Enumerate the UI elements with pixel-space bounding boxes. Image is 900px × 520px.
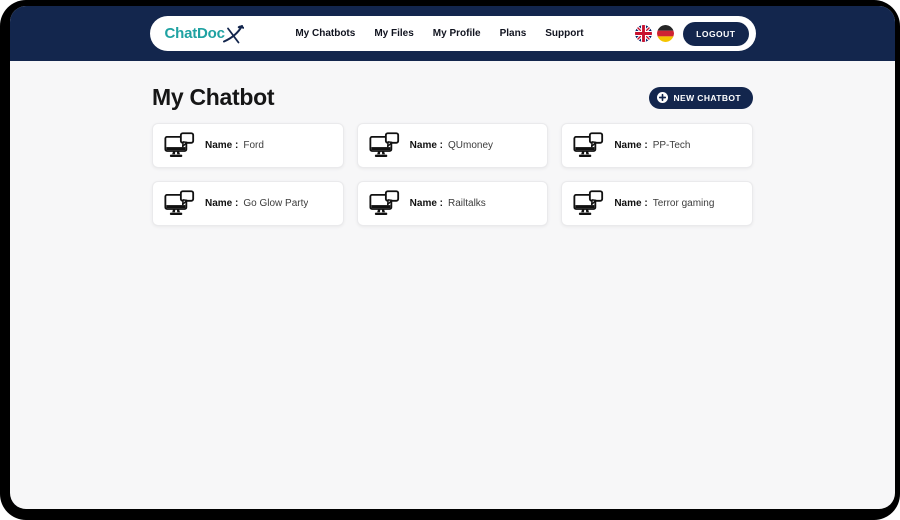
nav-links: My Chatbots My Files My Profile Plans Suppor… — [244, 28, 635, 39]
nav-item[interactable]: My Chatbots — [295, 28, 355, 39]
uk-flag-icon — [635, 25, 652, 42]
nav-right-group: LOGOUT — [635, 22, 748, 46]
monitor-chat-icon — [573, 190, 604, 218]
nav-item[interactable]: My Profile — [433, 28, 481, 39]
uk-flag-button[interactable] — [635, 25, 652, 42]
name-value: Railtalks — [448, 198, 486, 209]
chatbot-card[interactable]: Name : Go Glow Party — [152, 181, 344, 226]
top-navbar: ChatDoc My Chatbots My Files My Profile Pla… — [10, 6, 895, 61]
app-screen: ChatDoc My Chatbots My Files My Profile Pla… — [10, 6, 895, 509]
card-text: Name : PP-Tech — [614, 140, 690, 151]
logo-swoosh-icon — [222, 25, 244, 44]
chatbot-card[interactable]: Name : PP-Tech — [561, 123, 753, 168]
chatbot-card[interactable]: Name : Ford — [152, 123, 344, 168]
card-text: Name : Go Glow Party — [205, 198, 308, 209]
name-value: Ford — [243, 140, 264, 151]
name-label: Name : — [614, 198, 647, 209]
logo[interactable]: ChatDoc — [165, 23, 244, 44]
logo-text: ChatDoc — [165, 25, 225, 42]
card-text: Name : Ford — [205, 140, 264, 151]
name-label: Name : — [410, 198, 443, 209]
card-text: Name : Railtalks — [410, 198, 486, 209]
page-title: My Chatbot — [152, 84, 274, 111]
nav-item[interactable]: Support — [545, 28, 583, 39]
card-text: Name : QUmoney — [410, 140, 493, 151]
name-value: Go Glow Party — [243, 198, 308, 209]
chatbot-card[interactable]: Name : Railtalks — [357, 181, 549, 226]
name-label: Name : — [614, 140, 647, 151]
chatbot-card[interactable]: Name : Terror gaming — [561, 181, 753, 226]
monitor-chat-icon — [164, 190, 195, 218]
card-text: Name : Terror gaming — [614, 198, 714, 209]
new-chatbot-button[interactable]: NEW CHATBOT — [649, 87, 753, 109]
name-label: Name : — [205, 198, 238, 209]
new-chatbot-label: NEW CHATBOT — [673, 93, 741, 103]
device-frame: ChatDoc My Chatbots My Files My Profile Pla… — [0, 0, 900, 520]
plus-circle-icon — [657, 92, 668, 103]
name-value: PP-Tech — [653, 140, 691, 151]
nav-item[interactable]: Plans — [500, 28, 527, 39]
monitor-chat-icon — [369, 132, 400, 160]
name-label: Name : — [205, 140, 238, 151]
main-content: My Chatbot NEW CHATBOT — [10, 61, 895, 509]
nav-pill: ChatDoc My Chatbots My Files My Profile Pla… — [150, 16, 756, 51]
chatbot-grid: Name : Ford — [152, 123, 753, 226]
chatbot-card[interactable]: Name : QUmoney — [357, 123, 549, 168]
german-flag-button[interactable] — [657, 25, 674, 42]
logout-button[interactable]: LOGOUT — [683, 22, 748, 46]
page-head: My Chatbot NEW CHATBOT — [152, 84, 753, 111]
german-flag-icon — [657, 25, 674, 42]
name-value: Terror gaming — [653, 198, 715, 209]
monitor-chat-icon — [573, 132, 604, 160]
name-label: Name : — [410, 140, 443, 151]
monitor-chat-icon — [164, 132, 195, 160]
nav-item[interactable]: My Files — [374, 28, 413, 39]
monitor-chat-icon — [369, 190, 400, 218]
name-value: QUmoney — [448, 140, 493, 151]
